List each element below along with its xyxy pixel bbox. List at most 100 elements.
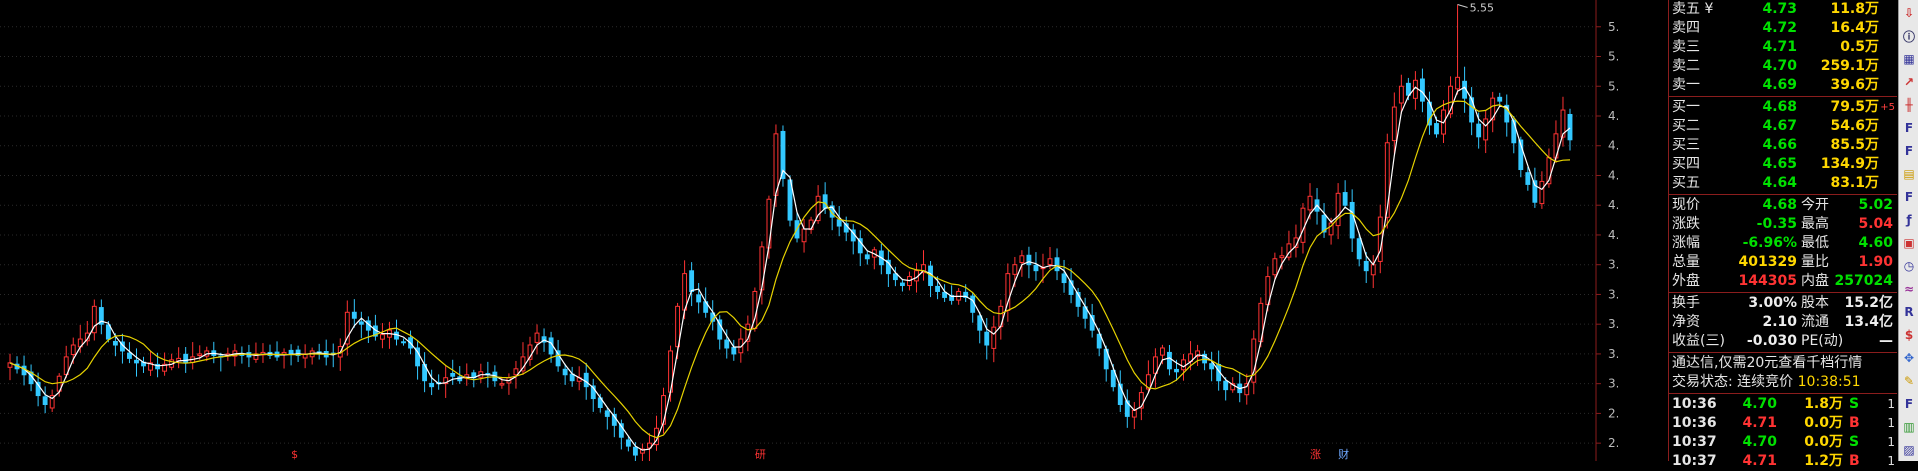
candle-body [731,346,737,355]
candle-body [1420,78,1425,102]
tick-direction: B [1849,453,1860,469]
candle-body [351,311,357,319]
separator [1669,96,1897,97]
tick-time: 10:37 [1672,434,1717,450]
stat-label: 最高 [1801,216,1829,232]
news-icon[interactable]: ▣ [1900,234,1918,252]
stat-value: -6.96% [1742,235,1797,251]
fund-value: 15.2亿 [1844,295,1893,311]
grid-icon[interactable]: ▦ [1900,50,1918,68]
ask-price: 4.73 [1762,1,1797,17]
candle-body [1497,96,1503,102]
candle-body [1047,258,1053,265]
candle-body [984,331,990,346]
ask-label: 卖二 [1672,58,1700,74]
bid-label: 买一 [1672,99,1700,115]
candle-body [288,349,294,355]
y-tick-label: 5.00 [1608,79,1618,93]
candle-body [583,372,589,388]
candle-body [1434,123,1439,135]
separator [1669,292,1897,293]
stat-value: 5.02 [1858,197,1893,213]
promo-link[interactable]: 通达信,仅需20元查看千档行情 [1669,354,1897,373]
f5-icon[interactable]: F [1900,395,1918,413]
candle-body [836,219,842,227]
bid-level: 买四 4.65 134.9万 [1669,155,1897,174]
f9-icon[interactable]: F [1900,142,1918,160]
candle-body [1174,368,1179,373]
info-icon[interactable]: ⓘ [1900,27,1918,45]
kline-chart-area[interactable]: 5.40 5.20 5.00 4.80 4.60 4.40 4.20 4.00 3.80 3.60… [0,0,1618,461]
f12-icon[interactable]: F [1900,188,1918,206]
ask-level: 卖二 4.70 259.1万 [1669,57,1897,76]
candle-body [197,353,203,357]
bid-price: 4.65 [1762,156,1797,172]
y-tick-label: 4.60 [1608,139,1618,153]
candle-body [1405,82,1411,96]
bid-level: 买五 4.64 83.1万 [1669,174,1897,193]
stat-label: 量比 [1801,254,1829,270]
candle-body [1349,201,1355,239]
candle-body [499,383,505,386]
tick-volume: 1.8万 [1804,396,1843,412]
bid-price: 4.64 [1762,175,1797,191]
candle-body [1279,255,1285,259]
stat-label: 现价 [1672,197,1700,213]
candle-body [1307,195,1313,211]
stat-value: 4.60 [1858,235,1893,251]
stat-label: 最低 [1801,235,1829,251]
candle-body [1476,123,1482,138]
tick-price: 4.70 [1742,434,1777,450]
candle-body [1272,258,1278,276]
candle-body [1012,264,1018,275]
pencil-icon[interactable]: ✎ [1900,372,1918,390]
clock-icon[interactable]: ◷ [1900,257,1918,275]
ask-book: 卖五 ¥ 4.73 11.8万 卖四 4.72 16.4万 卖三 4.71 0.5万 卖二 4.70… [1669,0,1897,95]
fund-label: 收益(三) [1672,333,1725,349]
fund-value: 13.4亿 [1844,314,1893,330]
event-mark[interactable]: 涨 [1310,448,1321,461]
candle-body [632,446,638,456]
event-mark[interactable]: 财 [1338,447,1349,461]
separator [1669,194,1897,195]
candle-body [127,352,132,359]
tick-direction: S [1849,396,1860,412]
move-icon[interactable]: ✥ [1900,349,1918,367]
bid-price: 4.66 [1762,137,1797,153]
tick-row[interactable]: 10:37 4.70 0.0万 S 1 [1669,433,1897,452]
candle-body [1167,351,1172,370]
fund-value: 2.10 [1762,314,1797,330]
doc-icon[interactable]: ▤ [1900,165,1918,183]
candle-body [1342,192,1348,206]
event-mark[interactable]: $ [291,448,298,461]
f10-icon[interactable]: F [1900,119,1918,137]
chart-small-icon[interactable]: ▨ [1900,441,1918,459]
y-tick-label: 4.40 [1608,168,1618,182]
rsi-icon[interactable]: R [1900,303,1918,321]
candlestick-chart[interactable]: 5.40 5.20 5.00 4.80 4.60 4.40 4.20 4.00 3.80 3.60… [0,0,1618,461]
candle-body [1019,255,1025,263]
tick-list[interactable]: 10:36 4.70 1.8万 S 1 10:36 4.71 0.0万 B 1 10:37 4.70 0… [1669,395,1897,471]
candle-body [1300,207,1306,243]
fund-label: 净资 [1672,314,1700,330]
trend-icon[interactable]: ↗ [1900,73,1918,91]
candle-body [991,326,997,349]
ask-volume: 0.5万 [1840,39,1879,55]
tick-row[interactable]: 10:36 4.71 0.0万 B 1 [1669,414,1897,433]
kline-icon[interactable]: ╫ [1900,96,1918,114]
separator [1669,393,1897,394]
candle-body [625,439,631,447]
candle-body [1356,238,1362,260]
tick-row[interactable]: 10:37 4.71 1.2万 B 1 [1669,452,1897,471]
box-icon[interactable]: ▥ [1900,418,1918,436]
arrow-down-icon[interactable]: ⇩ [1900,4,1918,22]
wave-icon[interactable]: ≈ [1900,280,1918,298]
dollar-icon[interactable]: $ [1900,326,1918,344]
bid-price: 4.67 [1762,118,1797,134]
tick-row[interactable]: 10:36 4.70 1.8万 S 1 [1669,395,1897,414]
bid-level: 买三 4.66 85.5万 [1669,136,1897,155]
candle-body [689,270,695,292]
f-icon[interactable]: ƒ [1900,211,1918,229]
ask-label: 卖五 ¥ [1672,1,1714,17]
event-mark[interactable]: 研 [755,448,766,461]
